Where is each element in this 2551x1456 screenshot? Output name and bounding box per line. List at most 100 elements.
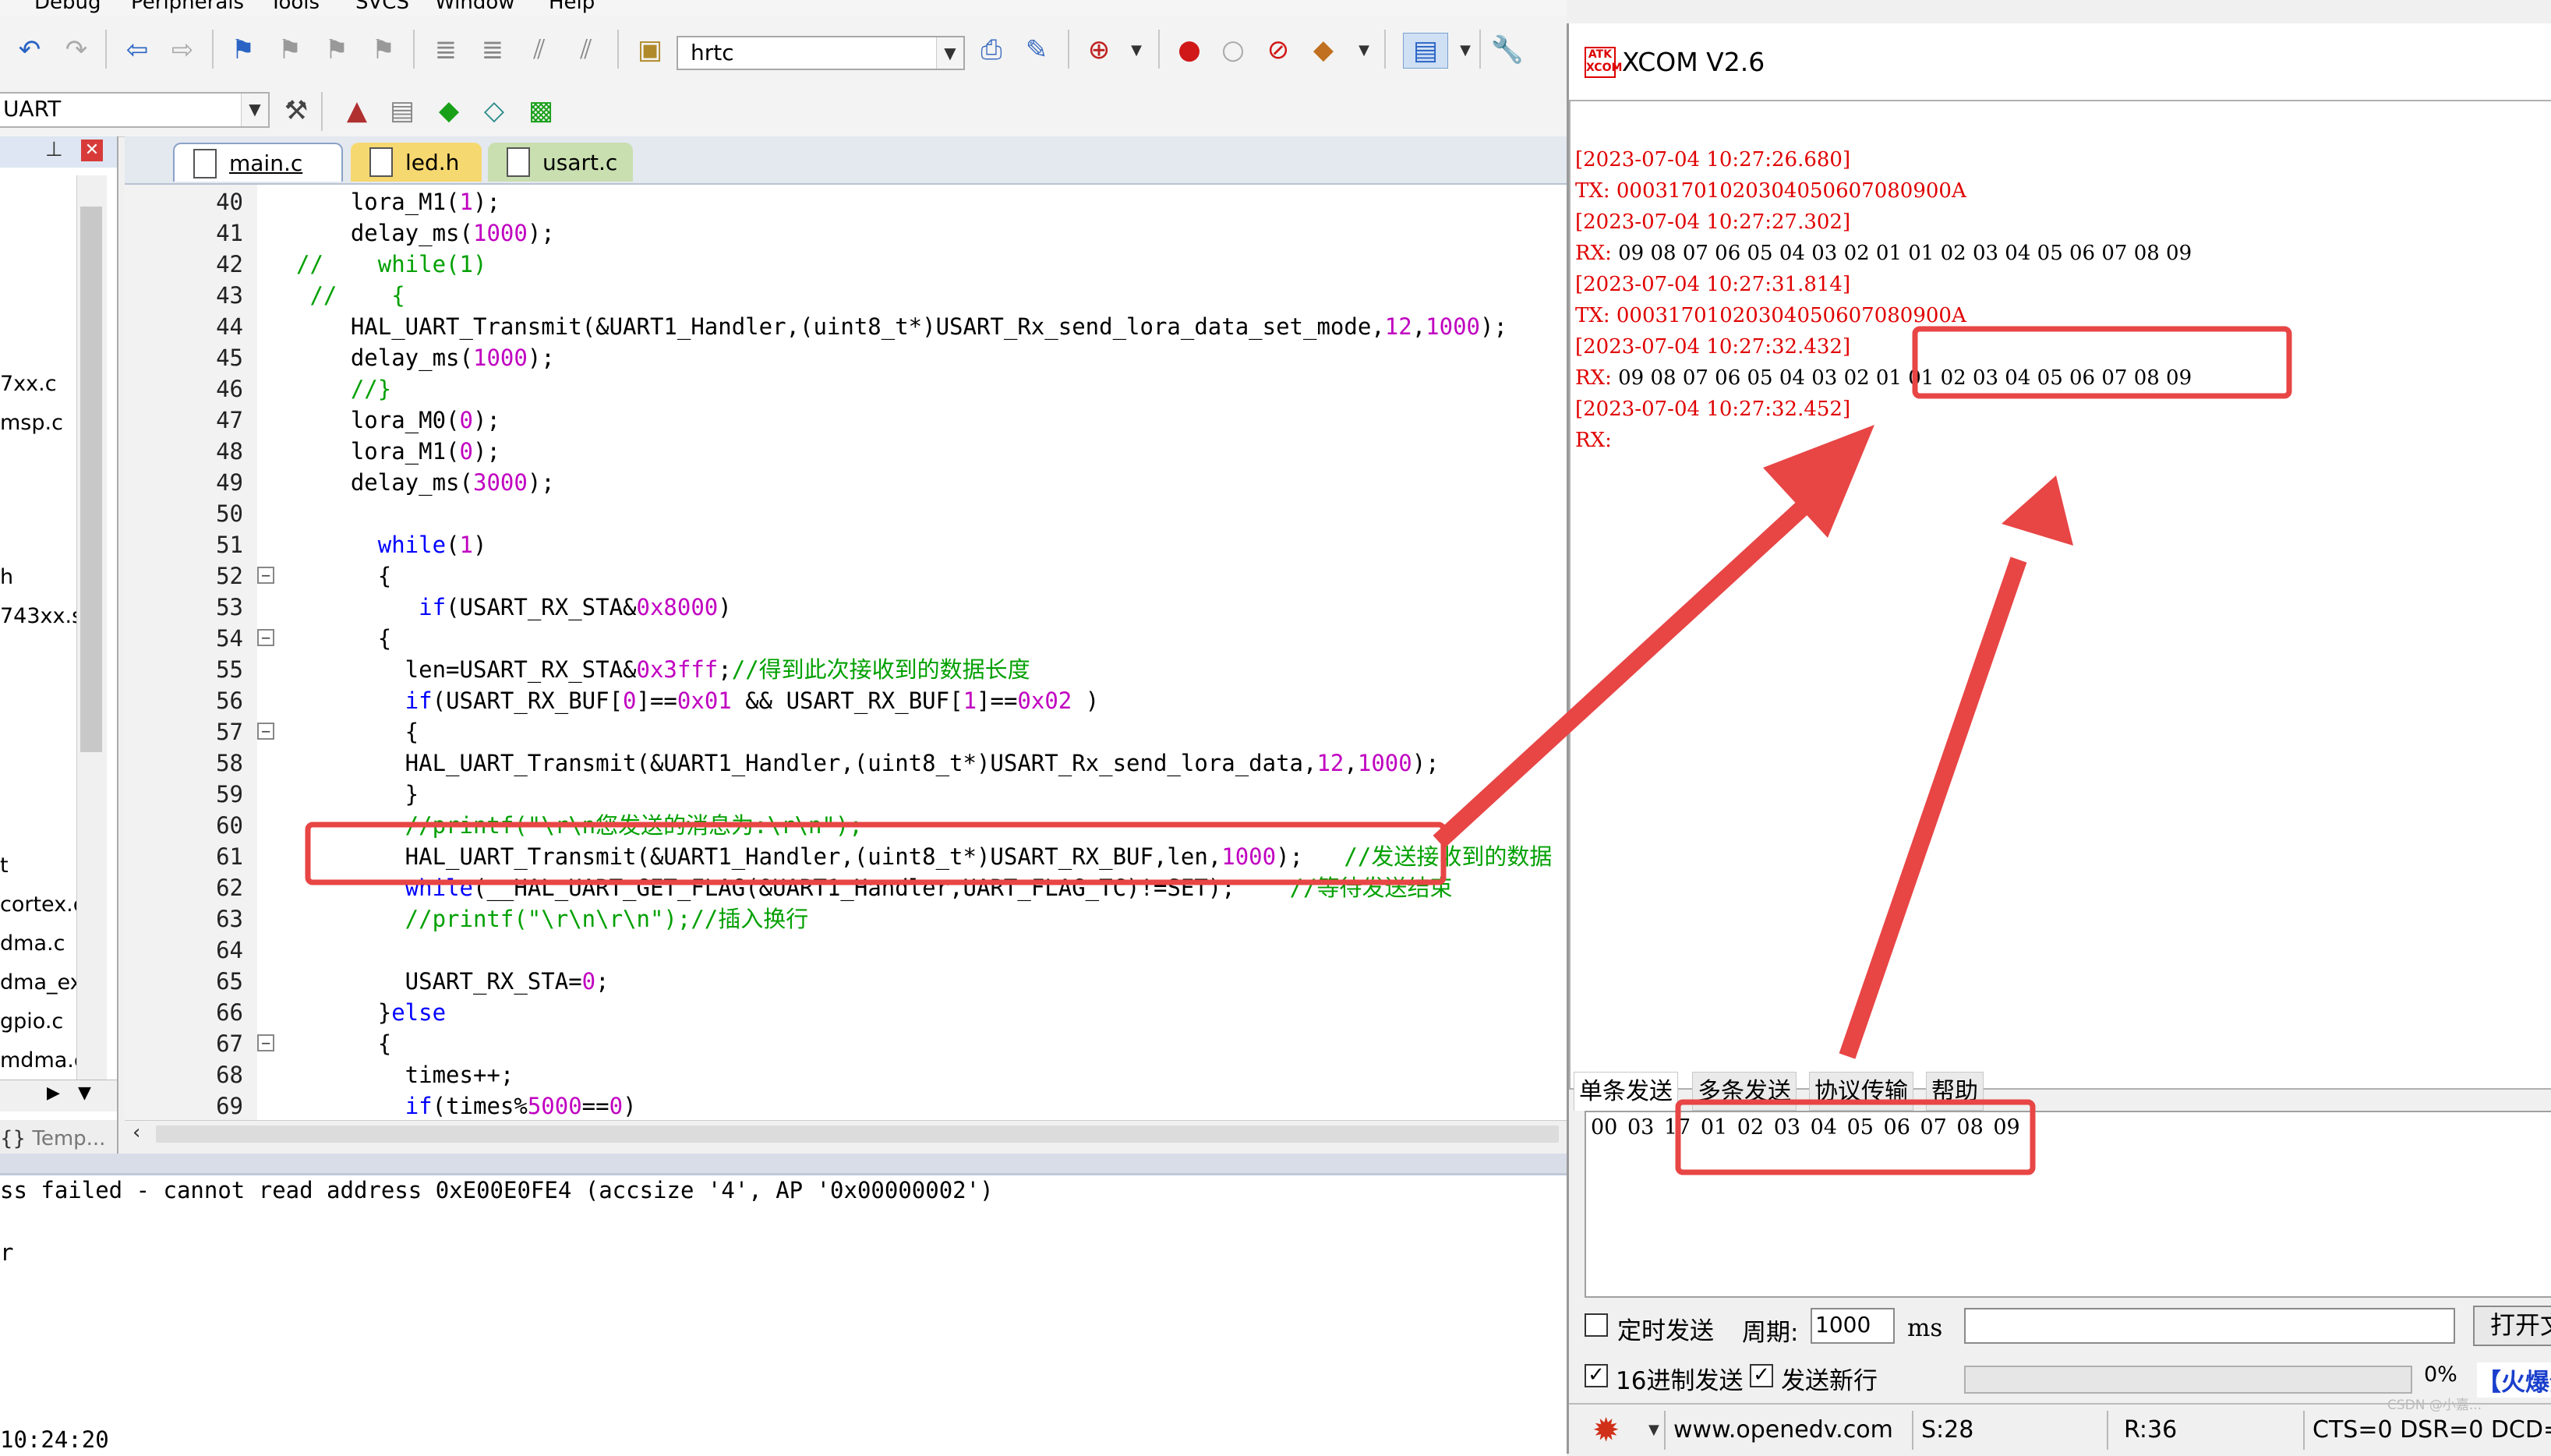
- fold-toggle-icon[interactable]: −: [257, 723, 274, 740]
- tab-single-send[interactable]: 单条发送: [1574, 1072, 1678, 1111]
- code-line[interactable]: 45 delay_ms(1000);: [125, 342, 1567, 373]
- project-bottom-tab[interactable]: {} Temp...: [0, 1120, 117, 1157]
- fold-toggle-icon[interactable]: −: [257, 629, 274, 646]
- code-line[interactable]: 62 while(__HAL_UART_GET_FLAG(&UART1_Hand…: [125, 872, 1567, 903]
- menu-svcs[interactable]: SVCS: [355, 0, 409, 14]
- code-line[interactable]: 60 //printf("\r\n您发送的消息为:\r\n");: [125, 810, 1567, 841]
- manage-components-icon[interactable]: ▲: [340, 94, 374, 128]
- code-line[interactable]: 68 times++;: [125, 1059, 1567, 1090]
- project-file[interactable]: msp.c: [0, 411, 63, 435]
- project-hscroll[interactable]: ▶ ▼: [0, 1080, 117, 1111]
- file-path-input[interactable]: [1964, 1308, 2455, 1344]
- tab-multi-send[interactable]: 多条发送: [1692, 1072, 1797, 1111]
- window-layout-icon[interactable]: ▤: [1403, 33, 1448, 69]
- options-icon[interactable]: ◆: [1306, 33, 1341, 67]
- code-line[interactable]: 49 delay_ms(3000);: [125, 467, 1567, 498]
- project-file[interactable]: 743xx.s: [0, 604, 83, 628]
- promo-link[interactable]: 【火爆全: [2477, 1362, 2551, 1398]
- menu-window[interactable]: Window: [435, 0, 515, 14]
- receive-area[interactable]: [2023-07-04 10:27:26.680] TX: 00031701020…: [1569, 100, 2551, 1090]
- bookmark-prev-icon[interactable]: ⚑: [273, 33, 307, 67]
- code-line[interactable]: 46 //}: [125, 373, 1567, 405]
- code-line[interactable]: 69 if(times%5000==0): [125, 1090, 1567, 1120]
- project-file[interactable]: t: [0, 853, 9, 878]
- code-line[interactable]: 52− {: [125, 560, 1567, 592]
- code-line[interactable]: 53 if(USART_RX_STA&0x8000): [125, 592, 1567, 623]
- gear-icon[interactable]: ✹: [1592, 1411, 1620, 1449]
- target-options-icon[interactable]: ⚒: [279, 94, 313, 128]
- code-line[interactable]: 56 if(USART_RX_BUF[0]==0x01 && USART_RX_…: [125, 685, 1567, 716]
- code-line[interactable]: 42 // while(1): [125, 249, 1567, 280]
- project-file[interactable]: gpio.c: [0, 1009, 63, 1034]
- scroll-thumb[interactable]: [80, 207, 102, 752]
- unindent-icon[interactable]: ≣: [475, 33, 510, 67]
- menu-peripherals[interactable]: Peripherals: [131, 0, 244, 14]
- code-line[interactable]: 67− {: [125, 1028, 1567, 1059]
- code-line[interactable]: 54− {: [125, 623, 1567, 654]
- chevron-down-icon[interactable]: ▼: [1448, 33, 1482, 67]
- target-combo[interactable]: UART ▼: [0, 92, 270, 128]
- tab-protocol[interactable]: 协议传输: [1809, 1072, 1913, 1111]
- select-packs-icon[interactable]: ◇: [477, 94, 511, 128]
- send-input[interactable]: 00 03 17 01 02 03 04 05 06 07 08 09: [1585, 1111, 2551, 1298]
- chevron-down-icon[interactable]: ▼: [1648, 1422, 1659, 1438]
- code-line[interactable]: 65 USART_RX_STA=0;: [125, 966, 1567, 997]
- hex-send-checkbox[interactable]: ✓: [1585, 1364, 1608, 1387]
- undo-icon[interactable]: ↶: [12, 33, 47, 67]
- menu-tools[interactable]: Tools: [270, 0, 320, 14]
- menu-debug[interactable]: Debug: [34, 0, 101, 14]
- code-line[interactable]: 64: [125, 935, 1567, 966]
- find-icon[interactable]: ⎙: [974, 33, 1009, 67]
- code-line[interactable]: 48 lora_M1(0);: [125, 436, 1567, 467]
- redo-icon[interactable]: ↷: [59, 33, 94, 67]
- editor-hscrollbar[interactable]: ‹: [125, 1120, 1567, 1147]
- code-line[interactable]: 61 HAL_UART_Transmit(&UART1_Handler,(uin…: [125, 841, 1567, 872]
- project-file[interactable]: dma.c: [0, 931, 65, 956]
- chevron-down-icon[interactable]: ▼: [936, 37, 963, 69]
- fold-toggle-icon[interactable]: −: [257, 1034, 274, 1051]
- chevron-down-icon[interactable]: ▼: [78, 1083, 91, 1103]
- code-line[interactable]: 59 }: [125, 779, 1567, 810]
- open-file-button[interactable]: 打开文件: [2473, 1306, 2551, 1346]
- code-line[interactable]: 58 HAL_UART_Transmit(&UART1_Handler,(uin…: [125, 747, 1567, 779]
- pack-installer-icon[interactable]: ◆: [432, 94, 466, 128]
- arrow-right-icon[interactable]: ▶: [47, 1083, 60, 1103]
- scroll-thumb[interactable]: [156, 1126, 1559, 1143]
- chevron-down-icon[interactable]: ▼: [1119, 33, 1154, 67]
- menu-help[interactable]: Help: [549, 0, 595, 14]
- code-line[interactable]: 50: [125, 498, 1567, 529]
- find-combo[interactable]: hrtc ▼: [677, 36, 965, 70]
- project-file[interactable]: cortex.c: [0, 892, 85, 917]
- code-line[interactable]: 47 lora_M0(0);: [125, 405, 1567, 436]
- code-line[interactable]: 57− {: [125, 716, 1567, 747]
- pin-icon[interactable]: ⊥: [45, 138, 63, 161]
- project-file[interactable]: mdma.c: [0, 1048, 86, 1073]
- chevron-down-icon[interactable]: ▼: [241, 94, 268, 126]
- code-line[interactable]: 63 //printf("\r\n\r\n");//插入换行: [125, 903, 1567, 935]
- nav-forward-icon[interactable]: ⇨: [165, 33, 200, 67]
- project-file[interactable]: h: [0, 565, 13, 589]
- debug-session-icon[interactable]: ⊕: [1082, 33, 1116, 67]
- nav-back-icon[interactable]: ⇦: [120, 33, 154, 67]
- incremental-find-icon[interactable]: ✎: [1019, 33, 1054, 67]
- code-line[interactable]: 44 HAL_UART_Transmit(&UART1_Handler,(uin…: [125, 311, 1567, 342]
- tab-main-c[interactable]: main.c: [173, 143, 343, 182]
- project-scrollbar[interactable]: [76, 175, 107, 1095]
- disable-breakpoint-icon[interactable]: ○: [1216, 33, 1250, 67]
- code-line[interactable]: 40 lora_M1(1);: [125, 186, 1567, 217]
- wrench-icon[interactable]: 🔧: [1490, 33, 1525, 67]
- indent-icon[interactable]: ≣: [429, 33, 463, 67]
- project-file[interactable]: dma_ex: [0, 970, 83, 995]
- code-line[interactable]: 43 // {: [125, 280, 1567, 311]
- kill-breakpoints-icon[interactable]: ⊘: [1261, 33, 1295, 67]
- project-file[interactable]: 7xx.c: [0, 372, 57, 396]
- website-link[interactable]: www.openedv.com: [1673, 1411, 1893, 1450]
- close-icon[interactable]: ✕: [81, 140, 103, 161]
- comment-icon[interactable]: ⫽: [522, 33, 556, 67]
- newline-checkbox[interactable]: ✓: [1750, 1364, 1773, 1387]
- bookmark-icon[interactable]: ⚑: [226, 33, 260, 67]
- period-input[interactable]: 1000: [1811, 1308, 1895, 1344]
- code-line[interactable]: 51 while(1): [125, 529, 1567, 560]
- tab-help[interactable]: 帮助: [1926, 1072, 1984, 1111]
- file-extensions-icon[interactable]: ▤: [385, 94, 419, 128]
